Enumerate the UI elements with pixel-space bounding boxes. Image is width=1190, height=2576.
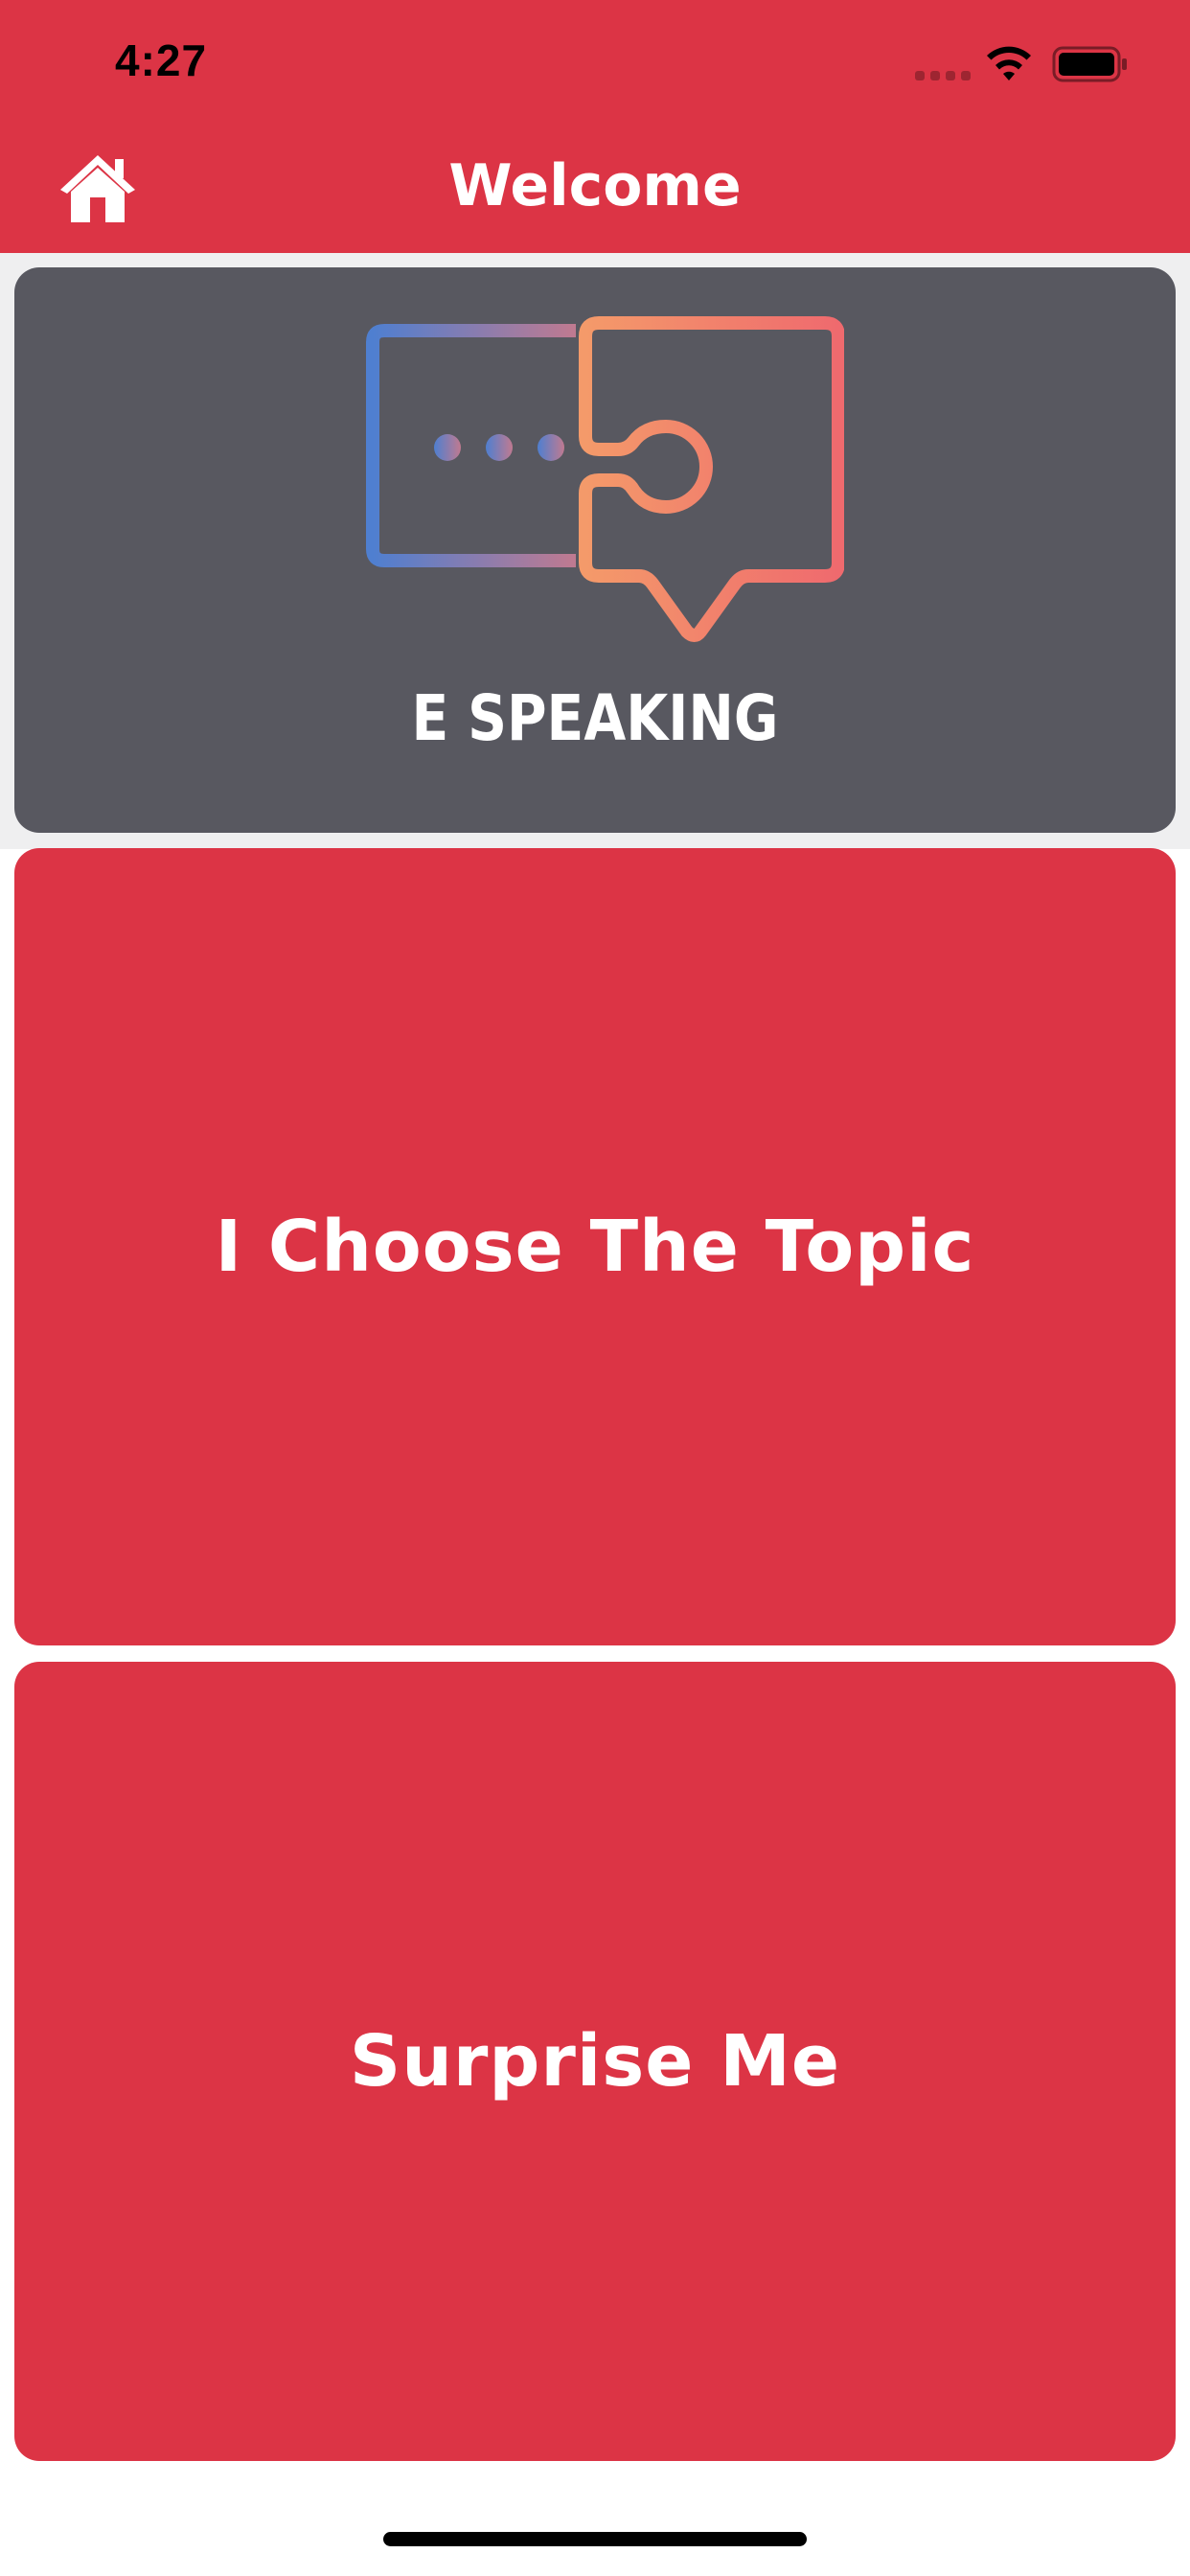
home-indicator[interactable]: [383, 2532, 807, 2546]
choose-topic-button[interactable]: I Choose The Topic: [14, 848, 1176, 1645]
choose-topic-label: I Choose The Topic: [215, 1206, 975, 1288]
status-time: 4:27: [115, 35, 208, 85]
wifi-icon: [987, 46, 1031, 80]
battery-icon: [1052, 46, 1127, 82]
surprise-me-button[interactable]: Surprise Me: [14, 1662, 1176, 2461]
page-title: Welcome: [448, 152, 742, 219]
header-bar: 4:27 Welcome: [0, 0, 1190, 253]
logo-text: E SPEAKING: [411, 681, 779, 755]
surprise-me-label: Surprise Me: [349, 2020, 841, 2103]
cellular-signal-icon: [915, 71, 971, 80]
chat-puzzle-logo-icon: [366, 316, 844, 642]
app-screen: 4:27 Welcome E SPEAKING I Choose The Top…: [0, 0, 1190, 2576]
logo-card: E SPEAKING: [14, 267, 1176, 833]
